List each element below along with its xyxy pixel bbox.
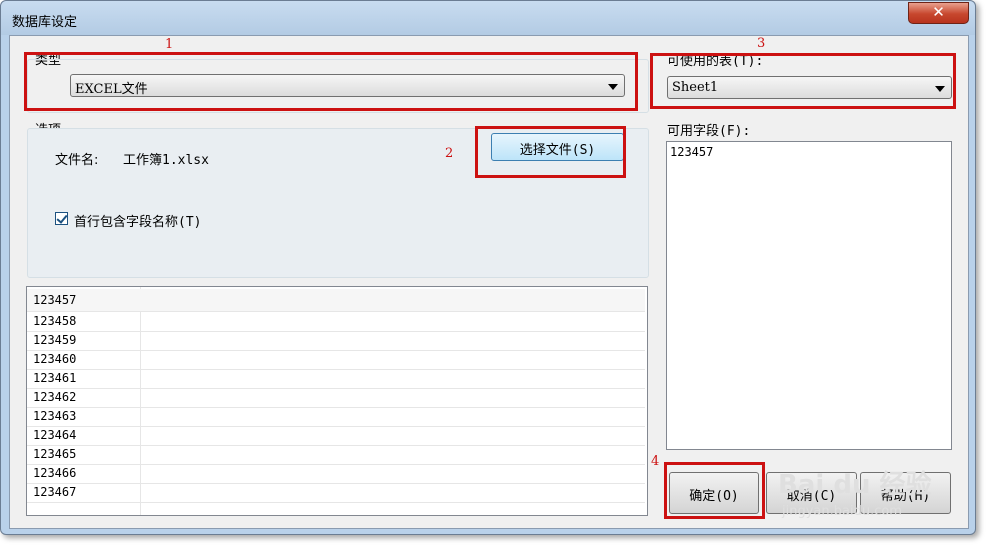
filename-label: 文件名:	[55, 153, 99, 168]
annotation-box-1	[24, 52, 638, 111]
annotation-number-4: 4	[651, 454, 660, 469]
close-button[interactable]: ✕	[908, 2, 969, 24]
table-row[interactable]: 123463	[27, 407, 645, 427]
annotation-number-1: 1	[165, 37, 174, 52]
grid-header-row: 123457	[27, 289, 645, 312]
grid-cell: 123459	[33, 333, 77, 347]
fields-listbox[interactable]: 123457	[666, 141, 952, 450]
grid-cell: 123466	[33, 466, 77, 480]
header-row-checkbox-label: 首行包含字段名称(T)	[74, 215, 202, 230]
table-row[interactable]: 123465	[27, 445, 645, 465]
grid-cell: 123467	[33, 485, 77, 499]
dialog-title: 数据库设定	[12, 15, 78, 30]
table-row[interactable]: 123467	[27, 483, 645, 503]
grid-cell: 123462	[33, 390, 77, 404]
data-preview-grid[interactable]: 123457 123458 123459 123460 123461 12346…	[26, 286, 648, 516]
table-row[interactable]: 123462	[27, 388, 645, 408]
grid-cell: 123461	[33, 371, 77, 385]
grid-cell: 123465	[33, 447, 77, 461]
checkmark-icon	[56, 212, 68, 224]
grid-cell: 123464	[33, 428, 77, 442]
annotation-box-4	[664, 462, 765, 519]
table-row[interactable]: 123464	[27, 426, 645, 446]
grid-cell: 123460	[33, 352, 77, 366]
table-row[interactable]: 123459	[27, 331, 645, 351]
annotation-box-2	[475, 126, 626, 178]
header-row-checkbox[interactable]	[55, 212, 68, 225]
table-row[interactable]: 123458	[27, 312, 645, 332]
baidu-watermark-url: jingyan.baidu.com	[782, 504, 902, 519]
close-icon: ✕	[932, 3, 945, 21]
baidu-watermark-logo: Bai du 经验	[778, 470, 932, 500]
grid-header-cell: 123457	[33, 293, 77, 307]
list-item[interactable]: 123457	[670, 145, 713, 159]
annotation-number-2: 2	[445, 146, 454, 161]
annotation-box-3	[650, 53, 956, 109]
annotation-number-3: 3	[757, 36, 766, 51]
table-row[interactable]: 123460	[27, 350, 645, 370]
grid-cell: 123458	[33, 314, 77, 328]
filename-value: 工作簿1.xlsx	[123, 153, 209, 168]
title-bar: 数据库设定 ✕	[1, 1, 975, 35]
table-row[interactable]: 123466	[27, 464, 645, 484]
grid-cell: 123463	[33, 409, 77, 423]
fields-label: 可用字段(F):	[667, 124, 751, 139]
table-row[interactable]: 123461	[27, 369, 645, 389]
